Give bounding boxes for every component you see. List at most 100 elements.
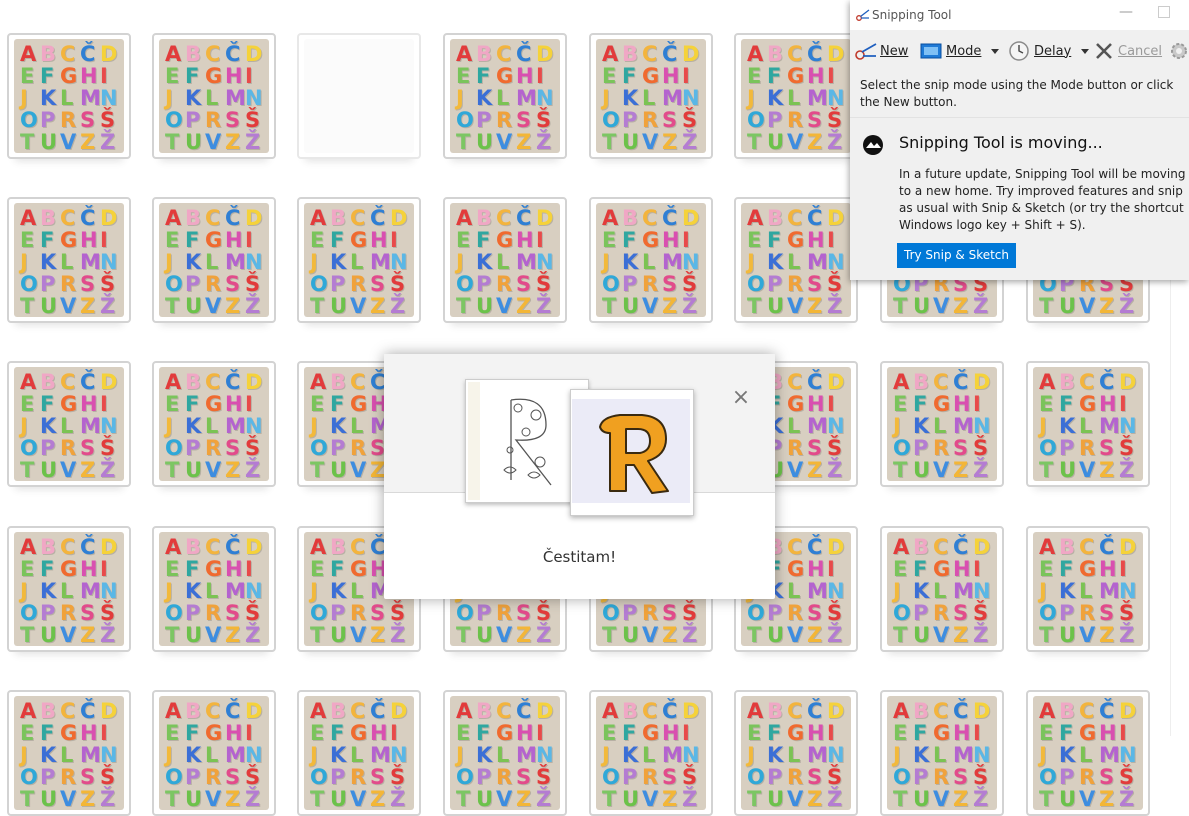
puzzle-letter: R [60, 272, 77, 296]
puzzle-card[interactable]: ABCČDEFGHIJKLMNOPRSŠTUVZŽ [7, 361, 131, 487]
puzzle-letter: R [496, 108, 513, 132]
puzzle-letter: L [787, 86, 801, 110]
puzzle-letter: H [807, 721, 825, 745]
puzzle-card[interactable]: ABCČDEFGHIJKLMNOPRSŠTUVZŽ [443, 197, 567, 323]
puzzle-card[interactable]: ABCČDEFGHIJKLMNOPRSŠTUVZŽ [589, 33, 713, 159]
puzzle-letter: D [1119, 535, 1137, 559]
puzzle-letter: V [933, 787, 950, 810]
puzzle-letter: H [225, 557, 243, 581]
puzzle-letter: Z [807, 294, 823, 317]
puzzle-letter: U [767, 130, 785, 153]
puzzle-letter: E [747, 228, 762, 252]
delay-dropdown[interactable]: Delay [1008, 40, 1090, 62]
puzzle-card[interactable]: ABCČDEFGHIJKLMNOPRSŠTUVZŽ [589, 197, 713, 323]
new-snip-button[interactable]: New [854, 40, 908, 62]
puzzle-letter: E [310, 228, 325, 252]
puzzle-letter: E [165, 228, 180, 252]
puzzle-card[interactable]: ABCČDEFGHIJKLMNOPRSŠTUVZŽ [7, 690, 131, 816]
puzzle-letter: E [602, 228, 617, 252]
puzzle-letter: Š [100, 436, 116, 460]
puzzle-letter: Š [536, 272, 552, 296]
puzzle-letter: O [602, 272, 620, 296]
puzzle-letter: O [165, 436, 183, 460]
puzzle-letter: D [1119, 370, 1137, 394]
puzzle-card[interactable]: ABCČDEFGHIJKLMNOPRSŠTUVZŽ [1026, 690, 1150, 816]
puzzle-card[interactable]: ABCČDEFGHIJKLMNOPRSŠTUVZŽ [734, 690, 858, 816]
puzzle-card[interactable]: ABCČDEFGHIJKLMNOPRSŠTUVZŽ [1026, 361, 1150, 487]
puzzle-letter: S [662, 765, 678, 789]
puzzle-letter: Š [390, 272, 406, 296]
puzzle-letter: S [807, 765, 823, 789]
puzzle-letter: I [390, 228, 398, 252]
snip-title-bar[interactable]: Snipping Tool — [850, 0, 1189, 30]
puzzle-card[interactable]: ABCČDEFGHIJKLMNOPRSŠTUVZŽ [1026, 526, 1150, 652]
puzzle-letter: B [330, 699, 347, 723]
puzzle-card[interactable]: ABCČDEFGHIJKLMNOPRSŠTUVZŽ [297, 33, 421, 159]
puzzle-letter: B [622, 42, 639, 66]
puzzle-card[interactable]: ABCČDEFGHIJKLMNOPRSŠTUVZŽ [7, 526, 131, 652]
puzzle-letter: A [893, 370, 910, 394]
puzzle-letter: C [787, 42, 803, 66]
puzzle-card[interactable]: ABCČDEFGHIJKLMNOPRSŠTUVZŽ [297, 690, 421, 816]
puzzle-letter: E [456, 228, 471, 252]
puzzle-card[interactable]: ABCČDEFGHIJKLMNOPRSŠTUVZŽ [152, 197, 276, 323]
puzzle-letter: K [767, 743, 784, 767]
puzzle-letter: G [60, 557, 78, 581]
close-icon[interactable]: × [730, 387, 752, 409]
puzzle-letter: B [185, 699, 202, 723]
puzzle-letter: N [245, 743, 263, 767]
puzzle-letter: L [60, 86, 74, 110]
puzzle-letter: T [20, 458, 35, 481]
puzzle-letter: Č [953, 699, 969, 723]
puzzle-letter: B [330, 370, 347, 394]
puzzle-letter: G [1079, 392, 1097, 416]
cancel-button[interactable]: Cancel [1094, 40, 1162, 62]
puzzle-card[interactable]: ABCČDEFGHIJKLMNOPRSŠTUVZŽ [443, 33, 567, 159]
puzzle-letter: Š [827, 436, 843, 460]
minimize-button[interactable]: — [1116, 4, 1136, 20]
puzzle-letter: Č [370, 206, 386, 230]
puzzle-letter: Z [1099, 787, 1115, 810]
puzzle-card[interactable]: ABCČDEFGHIJKLMNOPRSŠTUVZŽ [880, 690, 1004, 816]
puzzle-letter: K [913, 579, 930, 603]
puzzle-letter: O [893, 436, 911, 460]
puzzle-letter: B [476, 699, 493, 723]
puzzle-letter: Z [953, 294, 969, 317]
puzzle-card[interactable]: ABCČDEFGHIJKLMNOPRSŠTUVZŽ [7, 197, 131, 323]
puzzle-card[interactable]: ABCČDEFGHIJKLMNOPRSŠTUVZŽ [734, 33, 858, 159]
puzzle-letter: C [496, 699, 512, 723]
puzzle-card[interactable]: ABCČDEFGHIJKLMNOPRSŠTUVZŽ [152, 690, 276, 816]
puzzle-card[interactable]: ABCČDEFGHIJKLMNOPRSŠTUVZŽ [7, 33, 131, 159]
puzzle-card[interactable]: ABCČDEFGHIJKLMNOPRSŠTUVZŽ [880, 361, 1004, 487]
puzzle-card[interactable]: ABCČDEFGHIJKLMNOPRSŠTUVZŽ [152, 33, 276, 159]
puzzle-letter: V [350, 294, 367, 317]
mode-dropdown[interactable]: Mode [920, 40, 1000, 62]
puzzle-letter: J [20, 414, 28, 438]
puzzle-card[interactable]: ABCČDEFGHIJKLMNOPRSŠTUVZŽ [297, 197, 421, 323]
puzzle-letter: B [185, 206, 202, 230]
maximize-button[interactable] [1158, 6, 1170, 18]
puzzle-letter: T [747, 294, 762, 317]
puzzle-card[interactable]: ABCČDEFGHIJKLMNOPRSŠTUVZŽ [152, 361, 276, 487]
puzzle-letter: Š [973, 436, 989, 460]
puzzle-letter: M [807, 250, 828, 274]
puzzle-letter: I [1119, 721, 1127, 745]
puzzle-card[interactable]: ABCČDEFGHIJKLMNOPRSŠTUVZŽ [152, 526, 276, 652]
puzzle-letter: H [80, 721, 98, 745]
alphabet-puzzle-image: ABCČD EFGHI JKLMN OPRSŠ TUVZŽ [159, 367, 269, 481]
puzzle-card[interactable]: ABCČDEFGHIJKLMNOPRSŠTUVZŽ [880, 526, 1004, 652]
puzzle-letter: E [456, 64, 471, 88]
puzzle-letter: T [456, 130, 471, 153]
puzzle-letter: Č [225, 370, 241, 394]
puzzle-letter: N [1119, 743, 1137, 767]
puzzle-letter: A [20, 42, 37, 66]
puzzle-card[interactable]: ABCČDEFGHIJKLMNOPRSŠTUVZŽ [443, 690, 567, 816]
puzzle-letter: B [767, 699, 784, 723]
puzzle-card[interactable]: ABCČDEFGHIJKLMNOPRSŠTUVZŽ [589, 690, 713, 816]
gear-icon[interactable] [1168, 40, 1188, 62]
puzzle-letter: P [767, 272, 783, 296]
puzzle-card[interactable]: ABCČDEFGHIJKLMNOPRSŠTUVZŽ [734, 197, 858, 323]
puzzle-letter: Č [370, 699, 386, 723]
try-snip-sketch-button[interactable]: Try Snip & Sketch [897, 243, 1017, 268]
puzzle-letter: D [1119, 699, 1137, 723]
